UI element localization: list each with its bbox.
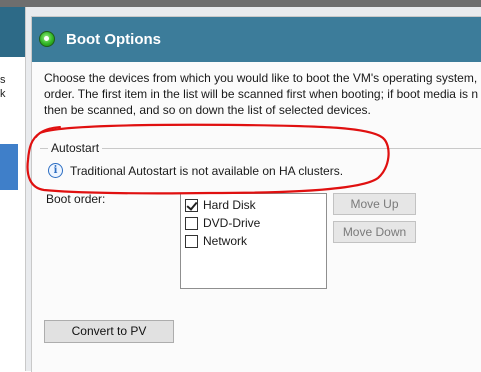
description-line: then be scanned, and so on down the list… — [44, 103, 371, 117]
left-pane-fragment: k — [0, 88, 6, 100]
list-item-dvd-drive[interactable]: DVD-Drive — [185, 214, 260, 232]
autostart-group: Autostart i Traditional Autostart is not… — [40, 141, 481, 193]
hard-disk-checkbox[interactable] — [185, 198, 198, 212]
panel-header: Boot Options — [32, 17, 481, 62]
description-text: Choose the devices from which you would … — [44, 70, 481, 118]
list-item-label: DVD-Drive — [203, 216, 261, 230]
move-down-button[interactable]: Move Down — [333, 221, 416, 243]
page-title: Boot Options — [66, 31, 161, 48]
convert-to-pv-button[interactable]: Convert to PV — [44, 320, 174, 343]
window-top-strip — [0, 0, 481, 7]
autostart-legend: Autostart — [48, 141, 103, 155]
network-checkbox[interactable] — [185, 234, 198, 248]
move-up-button[interactable]: Move Up — [333, 193, 416, 215]
list-item-hard-disk[interactable]: Hard Disk — [185, 196, 256, 214]
list-item-label: Network — [203, 234, 248, 248]
info-icon: i — [48, 163, 63, 178]
list-item-network[interactable]: Network — [185, 232, 247, 250]
left-pane-fragment: s — [0, 74, 6, 86]
dvd-drive-checkbox[interactable] — [185, 216, 198, 230]
dialog-top-padding — [26, 7, 481, 16]
left-pane: s k — [0, 7, 26, 371]
vm-running-status-icon — [39, 31, 55, 47]
list-item-label: Hard Disk — [203, 198, 256, 212]
autostart-message: Traditional Autostart is not available o… — [70, 164, 344, 178]
description-line: Choose the devices from which you would … — [44, 71, 481, 85]
left-pane-selected-item[interactable] — [0, 144, 18, 190]
left-pane-header — [0, 7, 25, 57]
boot-order-list[interactable]: Hard Disk DVD-Drive Network — [180, 193, 327, 289]
description-line: order. The first item in the list will b… — [44, 87, 478, 101]
boot-order-label: Boot order: — [46, 192, 106, 206]
boot-options-panel: Boot Options Choose the devices from whi… — [31, 16, 481, 372]
